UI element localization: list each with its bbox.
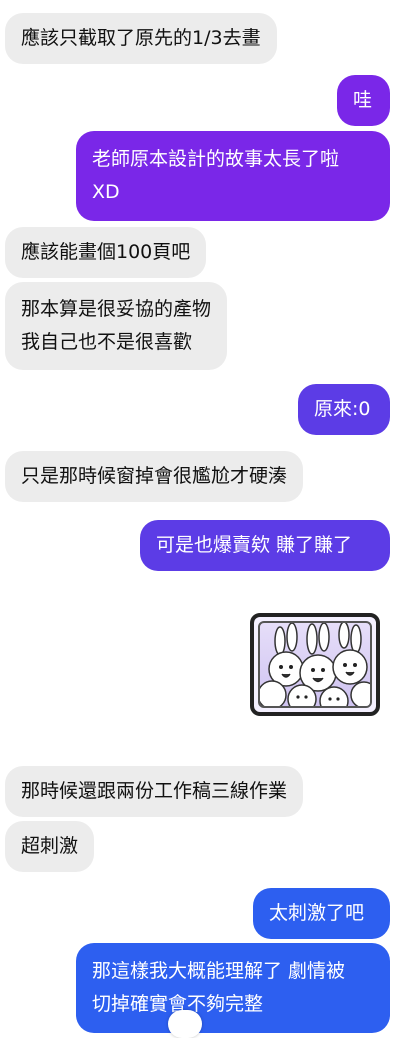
message-text: 那本算是很妥協的產物	[21, 298, 212, 320]
message-text: 太刺激了吧	[269, 902, 365, 924]
message-sent[interactable]: 太刺激了吧	[253, 888, 390, 939]
message-text: 應該能畫個100頁吧	[21, 241, 191, 263]
message-sent[interactable]: 可是也爆賣欸 賺了賺了	[140, 520, 390, 571]
message-text: 老師原本設計的故事太長了啦	[92, 148, 340, 170]
rabbit-group-icon	[260, 623, 370, 706]
message-sent[interactable]: 老師原本設計的故事太長了啦 XD	[76, 131, 390, 221]
message-text: 原來:0	[314, 398, 371, 420]
message-text: 可是也爆賣欸 賺了賺了	[156, 534, 353, 556]
message-sent[interactable]: 那這樣我大概能理解了 劇情被 切掉確實會不夠完整	[76, 943, 390, 1033]
message-text: 切掉確實會不夠完整	[92, 993, 264, 1015]
message-received[interactable]: 那本算是很妥協的產物 我自己也不是很喜歡	[5, 282, 228, 370]
rabbit-group-sticker[interactable]	[250, 613, 380, 716]
sticker-frame	[258, 621, 372, 708]
message-text: 只是那時候窗掉會很尷尬才硬湊	[21, 465, 288, 487]
message-received[interactable]: 只是那時候窗掉會很尷尬才硬湊	[5, 451, 304, 502]
message-text: 那時候還跟兩份工作稿三線作業	[21, 780, 288, 802]
message-received[interactable]: 那時候還跟兩份工作稿三線作業	[5, 766, 304, 817]
message-text: 應該只截取了原先的1/3去畫	[21, 27, 261, 49]
message-text: 我自己也不是很喜歡	[21, 331, 193, 353]
reaction-badge[interactable]	[168, 1010, 202, 1038]
message-received[interactable]: 應該只截取了原先的1/3去畫	[5, 13, 277, 64]
message-text: 超刺激	[21, 835, 79, 857]
message-received[interactable]: 應該能畫個100頁吧	[5, 227, 207, 278]
message-text: 那這樣我大概能理解了 劇情被	[92, 960, 346, 982]
message-text: 哇	[353, 89, 373, 111]
message-text: XD	[92, 181, 120, 203]
message-sent[interactable]: 原來:0	[298, 384, 390, 435]
message-sent[interactable]: 哇	[337, 75, 390, 126]
message-received[interactable]: 超刺激	[5, 821, 95, 872]
